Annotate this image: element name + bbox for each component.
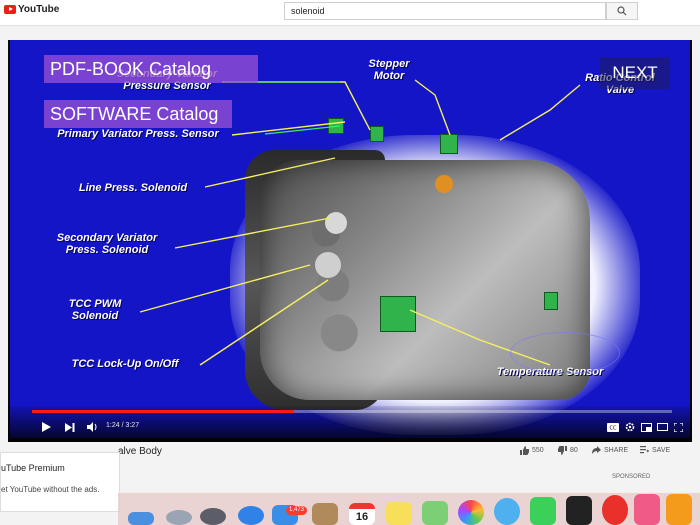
safari-icon[interactable] [238,506,264,525]
contacts-icon[interactable] [312,503,338,525]
save-label: SAVE [652,446,671,454]
thumbs-up-icon [520,446,529,455]
label-tcc-lockup: TCC Lock-Up On/Off [71,358,179,370]
like-button[interactable]: 550 [520,446,544,455]
video-frame[interactable]: Secondary Variator Pressure Sensor Stepp… [10,40,690,438]
rocket-icon[interactable] [200,508,226,525]
fullscreen-button[interactable] [672,422,684,432]
theater-button[interactable] [656,422,668,432]
no-entry-icon[interactable] [602,495,628,525]
share-icon [592,446,601,454]
music-icon[interactable] [634,494,660,525]
books-icon[interactable] [666,494,692,525]
label-line-press-solenoid: Line Press. Solenoid [78,182,188,194]
search-input[interactable]: solenoid [284,2,606,20]
photos-icon[interactable] [458,500,484,525]
maps-icon[interactable] [422,501,448,525]
share-button[interactable]: SHARE [592,446,628,454]
miniplayer-icon [640,422,652,432]
volume-icon [86,422,96,432]
theater-icon [656,423,668,431]
volume-button[interactable] [84,420,100,434]
label-primary-variator-press-sensor: Primary Variator Press. Sensor [57,128,219,140]
play-icon [41,422,51,432]
miniplayer-button[interactable] [640,422,652,432]
video-player[interactable]: Secondary Variator Pressure Sensor Stepp… [8,40,692,442]
sponsored-label: SPONSORED [612,474,651,480]
photo-booth-icon[interactable] [566,496,592,525]
thumbs-down-icon [558,446,567,455]
messages-icon[interactable] [494,498,520,525]
playlist-add-icon [640,446,649,454]
next-button[interactable]: NEXT [600,57,670,89]
progress-bar[interactable] [32,410,672,413]
like-count: 550 [532,447,544,454]
label-secondary-variator-press-solenoid: Secondary Variator Press. Solenoid [56,232,158,256]
facetime-icon[interactable] [530,497,556,525]
youtube-logo-text: YouTube [18,4,60,15]
settings-button[interactable] [624,422,636,432]
browser-screen: YouTube solenoid Pressure Sensor Stepper… [0,0,700,525]
cc-icon: CC [607,422,619,432]
search-button[interactable] [606,2,638,20]
skip-next-icon [65,422,75,432]
label-stepper-motor: Stepper Motor [368,58,410,82]
search-icon [617,6,627,16]
youtube-logo[interactable]: YouTube [4,4,59,15]
fullscreen-icon [673,422,683,432]
notes-icon[interactable] [386,502,412,525]
youtube-premium-promo[interactable]: uTube Premium et YouTube without the ads… [0,452,120,512]
gear-icon [625,422,635,432]
slide-watermark-logo [510,332,620,374]
time-display: 1:24 / 3:27 [106,422,140,429]
share-label: SHARE [604,446,629,454]
player-controls: 1:24 / 3:27 CC [8,406,692,442]
pdf-book-catalog-button[interactable]: PDF-BOOK Catalog [44,55,258,83]
save-button[interactable]: SAVE [640,446,670,454]
play-button[interactable] [38,420,54,434]
captions-button[interactable]: CC [606,422,620,432]
software-catalog-button[interactable]: SOFTWARE Catalog [44,100,232,128]
svg-text:CC: CC [610,425,617,431]
dislike-count: 80 [570,447,578,454]
dislike-button[interactable]: 80 [558,446,578,455]
mail-badge: 1,473 [286,506,308,515]
promo-title: uTube Premium [1,463,65,473]
video-title: alve Body [118,446,162,457]
progress-fill [32,410,295,413]
youtube-header: YouTube solenoid [0,0,700,26]
calendar-day: 16 [355,511,369,523]
launchpad-icon[interactable] [166,510,192,525]
label-tcc-pwm-solenoid: TCC PWM Solenoid [68,298,122,322]
youtube-play-icon [4,5,16,14]
finder-icon[interactable] [128,512,154,525]
next-video-button[interactable] [62,420,78,434]
promo-subtitle: et YouTube without the ads. [1,485,100,494]
